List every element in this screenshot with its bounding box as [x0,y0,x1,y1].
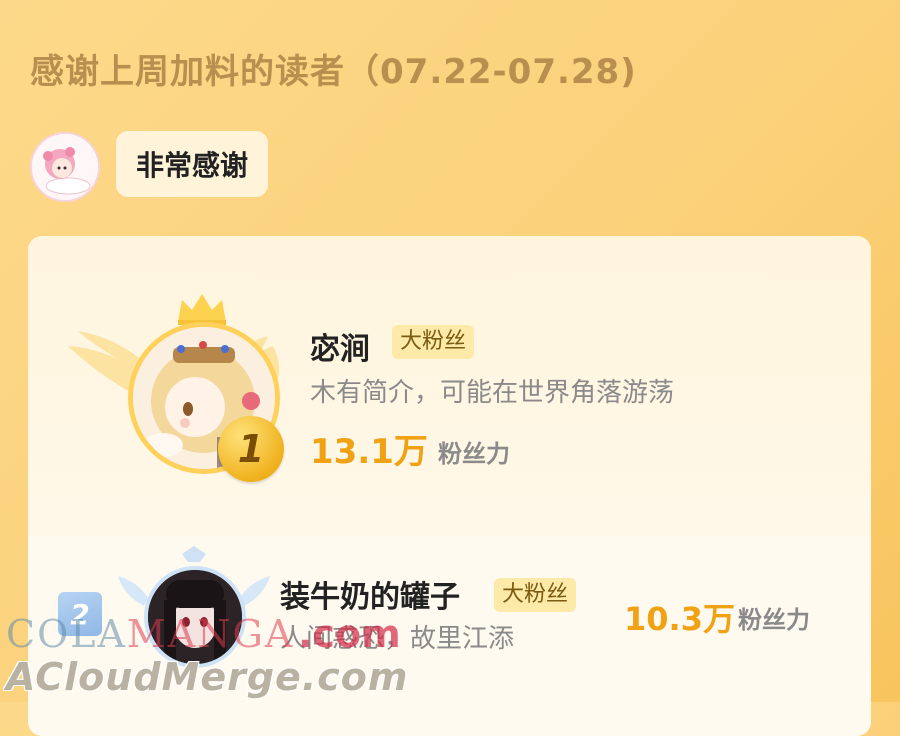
avatar-illustration [32,134,98,200]
reader-name[interactable]: 宓涧 [310,324,370,368]
crown-icon [178,294,226,325]
message-text: 非常感谢 [136,149,249,182]
rank-1-medal: 1 [218,416,284,482]
message-bubble: 非常感谢 [116,131,269,197]
fan-level-label: 大粉丝 [392,325,475,359]
fan-level-badge: 大粉丝 [488,578,577,612]
fan-power-value: 13.1万 [310,432,428,472]
fan-power-value: 10.3万 [624,600,735,638]
watermark-domain: .com [298,612,401,656]
fan-level-badge: 大粉丝 [386,325,475,359]
page-title: 感谢上周加料的读者（07.22-07.28) [30,52,637,92]
fan-power-label: 粉丝力 [738,606,810,634]
rank-row-1[interactable]: 1 宓涧 大粉丝 木有简介，可能在世界角落游荡 13.1万 粉丝力 [28,236,871,536]
fan-level-label: 大粉丝 [494,578,577,612]
reader-bio: 木有简介，可能在世界角落游荡 [310,378,675,408]
reader-name[interactable]: 装牛奶的罐子 [280,572,460,616]
avatar[interactable] [30,132,100,202]
site-watermark: COLAMANGA [6,612,294,656]
aggregator-watermark: ACloudMerge.com [6,655,409,699]
fan-power-label: 粉丝力 [438,440,510,468]
rank-1-avatar-frame: 1 [68,286,288,486]
watermark-text-part2: MANGA [126,612,295,656]
watermark-text-part1: COLA [6,612,127,656]
